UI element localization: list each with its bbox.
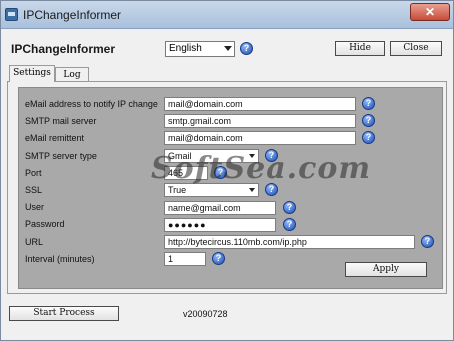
help-icon[interactable]: ?: [362, 114, 375, 127]
title-bar: IPChangeInformer ✕: [1, 1, 453, 29]
help-icon[interactable]: ?: [283, 201, 296, 214]
settings-form: eMail address to notify IP change mail@d…: [18, 87, 443, 289]
port-label: Port: [25, 168, 42, 178]
remittent-field[interactable]: mail@domain.com: [164, 131, 356, 145]
app-icon: [5, 8, 18, 21]
help-icon[interactable]: ?: [240, 42, 253, 55]
help-icon[interactable]: ?: [362, 131, 375, 144]
help-icon[interactable]: ?: [212, 252, 225, 265]
smtp-server-label: SMTP mail server: [25, 116, 97, 126]
close-button[interactable]: Close: [390, 41, 442, 56]
password-field[interactable]: ●●●●●●: [164, 218, 276, 232]
ssl-label: SSL: [25, 185, 43, 195]
smtp-server-field[interactable]: smtp.gmail.com: [164, 114, 356, 128]
url-label: URL: [25, 237, 44, 247]
user-label: User: [25, 202, 45, 212]
language-select[interactable]: English: [165, 41, 235, 57]
chevron-down-icon: [224, 46, 232, 51]
remittent-label: eMail remittent: [25, 133, 85, 143]
user-field[interactable]: name@gmail.com: [164, 201, 276, 215]
help-icon[interactable]: ?: [283, 218, 296, 231]
apply-button[interactable]: Apply: [345, 262, 427, 277]
version-label: v20090728: [183, 309, 228, 319]
help-icon[interactable]: ?: [421, 235, 434, 248]
language-value: English: [169, 43, 202, 54]
app-heading: IPChangeInformer: [11, 42, 116, 56]
start-process-button[interactable]: Start Process: [9, 306, 119, 321]
ssl-value: True: [168, 185, 187, 195]
url-field[interactable]: http://bytecircus.110mb.com/ip.php: [164, 235, 415, 249]
window-title: IPChangeInformer: [23, 8, 122, 22]
help-icon[interactable]: ?: [362, 97, 375, 110]
smtp-type-label: SMTP server type: [25, 151, 97, 161]
email-notify-field[interactable]: mail@domain.com: [164, 97, 356, 111]
app-window: IPChangeInformer ✕ IPChangeInformer Engl…: [0, 0, 454, 341]
tab-log[interactable]: Log: [55, 67, 89, 82]
watermark: SoftSea.com: [151, 151, 372, 186]
interval-field[interactable]: 1: [164, 252, 206, 266]
chevron-down-icon: [249, 188, 255, 192]
password-label: Password: [25, 219, 65, 229]
interval-label: Interval (minutes): [25, 254, 95, 264]
email-notify-label: eMail address to notify IP change: [25, 99, 158, 109]
tab-settings[interactable]: Settings: [9, 65, 55, 82]
window-close-button[interactable]: ✕: [410, 3, 450, 21]
hide-button[interactable]: Hide: [335, 41, 385, 56]
